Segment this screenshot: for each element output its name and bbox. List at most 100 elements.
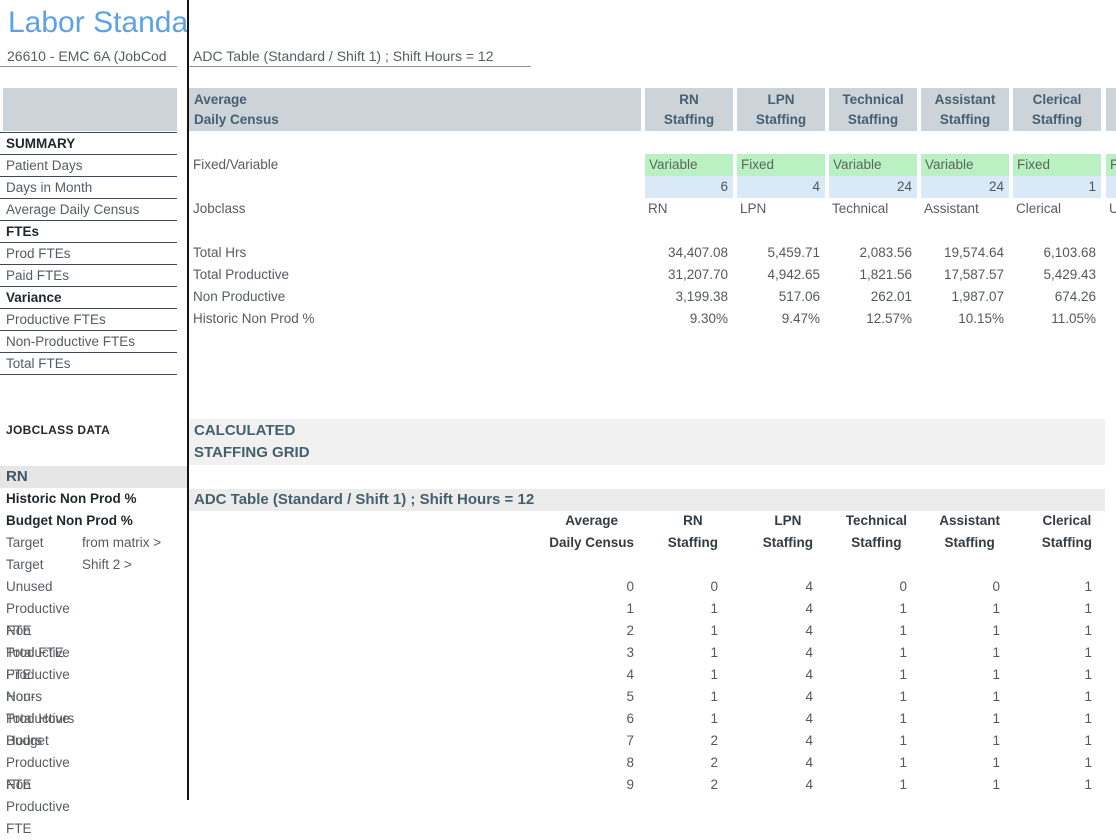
sidebar-item-label: Productive FTEs xyxy=(6,312,106,327)
summary-value-technical: 12.57% xyxy=(829,308,917,330)
sidebar-header-spacer xyxy=(3,88,177,131)
adc-cell-lpn-staffing: 4 xyxy=(722,642,817,664)
sidebar-item-label: Total Hours xyxy=(6,708,82,730)
staffing-count-cell-partial[interactable] xyxy=(1106,176,1116,198)
adc-cell-technical-staffing: 1 xyxy=(817,664,911,686)
adc-cell-assistant-staffing: 1 xyxy=(911,642,1004,664)
sidebar-item: Productive FTE xyxy=(0,598,187,620)
fixed-variable-cell-partial[interactable]: F xyxy=(1106,154,1116,176)
adc-header-clerical-staffing: ClericalStaffing xyxy=(1004,510,1096,554)
jobclass-row-label: Jobclass xyxy=(193,198,246,220)
fixed-variable-cell-rn[interactable]: Variable xyxy=(645,154,733,176)
sidebar-item-label: Patient Days xyxy=(6,158,83,173)
summary-table-row: Historic Non Prod % 9.30% 9.47% 12.57% 1… xyxy=(188,308,1116,330)
adc-cell-technical-staffing: 1 xyxy=(817,752,911,774)
sidebar-item: FTEs xyxy=(0,221,177,243)
column-header-rn-staffing: RNStaffing xyxy=(645,88,733,131)
column-header-partial xyxy=(1106,88,1116,131)
adc-cell-rn-staffing: 1 xyxy=(638,642,722,664)
summary-value-lpn: 5,459.71 xyxy=(737,242,825,264)
adc-cell-average-daily-census: 5 xyxy=(188,686,638,708)
sidebar-item: Average Daily Census xyxy=(0,199,177,221)
sidebar-item-label: Target xyxy=(6,532,82,554)
summary-row-label: Historic Non Prod % xyxy=(193,308,315,330)
adc-cell-rn-staffing: 1 xyxy=(638,598,722,620)
adc-cell-assistant-staffing: 1 xyxy=(911,686,1004,708)
sidebar-item-label: Days in Month xyxy=(6,180,92,195)
summary-hours-rows: Total Hrs 34,407.08 5,459.71 2,083.56 19… xyxy=(188,242,1116,330)
adc-cell-rn-staffing: 1 xyxy=(638,686,722,708)
adc-cell-assistant-staffing: 1 xyxy=(911,708,1004,730)
jobclass-cell-rn: RN xyxy=(645,198,733,220)
fixed-variable-cell-assistant[interactable]: Variable xyxy=(921,154,1009,176)
adc-table-body: 0 0 4 0 0 1 1 1 4 1 1 1 2 1 4 1 1 1 3 1 … xyxy=(188,576,1116,796)
adc-header-average-daily-census: AverageDaily Census xyxy=(188,510,638,554)
adc-cell-clerical-staffing: 1 xyxy=(1004,752,1096,774)
adc-table-row: 5 1 4 1 1 1 xyxy=(188,686,1116,708)
sidebar-item-label: Budget xyxy=(6,730,82,752)
adc-cell-clerical-staffing: 1 xyxy=(1004,664,1096,686)
adc-cell-average-daily-census: 1 xyxy=(188,598,638,620)
sidebar-item: Non-Productive FTEs xyxy=(0,331,177,353)
staffing-count-cell-clerical[interactable]: 1 xyxy=(1013,176,1101,198)
column-header-lpn-staffing: LPNStaffing xyxy=(737,88,825,131)
sidebar-summary-list: SUMMARY Patient Days Days in Month Avera… xyxy=(0,132,177,375)
adc-cell-assistant-staffing: 1 xyxy=(911,774,1004,796)
summary-value-clerical: 5,429.43 xyxy=(1013,264,1101,286)
adc-cell-clerical-staffing: 1 xyxy=(1004,686,1096,708)
adc-table-subtitle: ADC Table (Standard / Shift 1) ; Shift H… xyxy=(193,46,494,66)
jobclass-name-band: RN xyxy=(0,466,187,488)
adc-cell-clerical-staffing: 1 xyxy=(1004,730,1096,752)
adc-cell-technical-staffing: 1 xyxy=(817,774,911,796)
adc-header-assistant-staffing: AssistantStaffing xyxy=(911,510,1004,554)
adc-table-row: 7 2 4 1 1 1 xyxy=(188,730,1116,752)
sidebar-item-label: Total FTE xyxy=(6,642,82,664)
jobclass-cell-assistant: Assistant xyxy=(921,198,1009,220)
adc-table-row: 4 1 4 1 1 1 xyxy=(188,664,1116,686)
adc-header-lpn-staffing: LPNStaffing xyxy=(722,510,817,554)
adc-cell-clerical-staffing: 1 xyxy=(1004,598,1096,620)
summary-value-assistant: 10.15% xyxy=(921,308,1009,330)
adc-table-row: 0 0 4 0 0 1 xyxy=(188,576,1116,598)
sidebar-item-link[interactable]: from matrix > xyxy=(82,535,161,550)
adc-cell-lpn-staffing: 4 xyxy=(722,664,817,686)
adc-cell-clerical-staffing: 1 xyxy=(1004,620,1096,642)
summary-value-lpn: 4,942.65 xyxy=(737,264,825,286)
adc-cell-average-daily-census: 9 xyxy=(188,774,638,796)
staffing-count-cell-technical[interactable]: 24 xyxy=(829,176,917,198)
adc-cell-lpn-staffing: 4 xyxy=(722,774,817,796)
fixed-variable-cell-lpn[interactable]: Fixed xyxy=(737,154,825,176)
adc-cell-rn-staffing: 0 xyxy=(638,576,722,598)
adc-cell-average-daily-census: 3 xyxy=(188,642,638,664)
staffing-count-cell-assistant[interactable]: 24 xyxy=(921,176,1009,198)
summary-value-lpn: 9.47% xyxy=(737,308,825,330)
staffing-count-cell-lpn[interactable]: 4 xyxy=(737,176,825,198)
summary-value-assistant: 1,987.07 xyxy=(921,286,1009,308)
column-header-assistant-staffing: AssistantStaffing xyxy=(921,88,1009,131)
adc-cell-rn-staffing: 2 xyxy=(638,752,722,774)
staffing-count-cell-rn[interactable]: 6 xyxy=(645,176,733,198)
sidebar-item-label: Historic Non Prod % xyxy=(6,488,137,510)
sidebar-item-link[interactable]: Shift 2 > xyxy=(82,557,132,572)
calculated-staffing-grid-band: CALCULATED STAFFING GRID xyxy=(189,419,1105,465)
adc-cell-technical-staffing: 1 xyxy=(817,598,911,620)
adc-cell-rn-staffing: 2 xyxy=(638,774,722,796)
sidebar-item: Unused xyxy=(0,576,187,598)
summary-value-rn: 9.30% xyxy=(645,308,733,330)
fixed-variable-cell-clerical[interactable]: Fixed w/Replac xyxy=(1013,154,1101,176)
sidebar-item: Days in Month xyxy=(0,177,177,199)
sidebar-item-label: Budget Non Prod % xyxy=(6,510,133,532)
left-subtitle-clip: 26610 - EMC 6A (JobCod xyxy=(0,46,187,66)
adc-cell-average-daily-census: 7 xyxy=(188,730,638,752)
adc-cell-rn-staffing: 1 xyxy=(638,708,722,730)
adc-table-row: 6 1 4 1 1 1 xyxy=(188,708,1116,730)
summary-value-assistant: 17,587.57 xyxy=(921,264,1009,286)
summary-value-lpn: 517.06 xyxy=(737,286,825,308)
sidebar-item-label: Non-Productive FTEs xyxy=(6,334,135,349)
summary-value-rn: 34,407.08 xyxy=(645,242,733,264)
summary-value-technical: 2,083.56 xyxy=(829,242,917,264)
adc-cell-rn-staffing: 1 xyxy=(638,620,722,642)
column-header-technical-staffing: TechnicalStaffing xyxy=(829,88,917,131)
fixed-variable-cell-technical[interactable]: Variable xyxy=(829,154,917,176)
adc-cell-assistant-staffing: 1 xyxy=(911,752,1004,774)
